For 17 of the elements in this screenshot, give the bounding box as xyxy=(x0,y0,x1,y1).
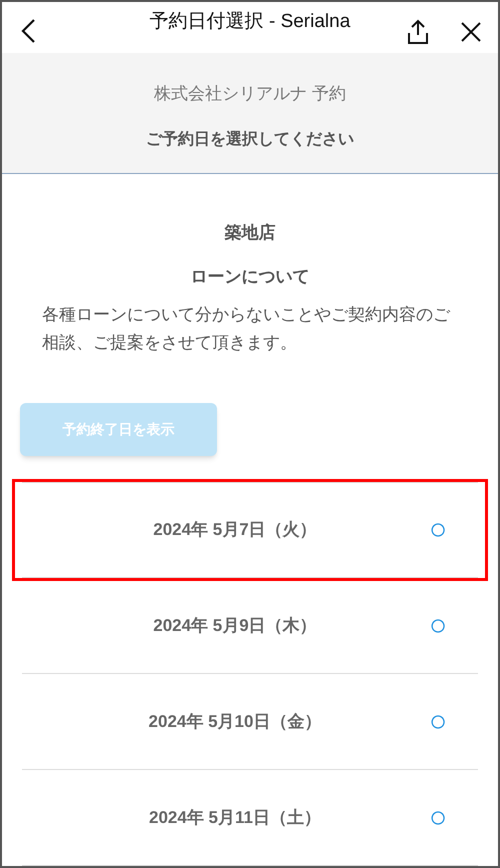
date-option[interactable]: 2024年 5月10日（金） ○ xyxy=(22,674,478,770)
store-name: 築地店 xyxy=(224,222,276,244)
topic-title: ローンについて xyxy=(190,266,310,288)
date-option[interactable]: 2024年 5月9日（木） ○ xyxy=(22,578,478,674)
availability-mark: ○ xyxy=(428,802,448,832)
availability-mark: ○ xyxy=(428,706,448,736)
availability-mark: ○ xyxy=(428,610,448,640)
back-icon[interactable] xyxy=(20,18,36,44)
description: 各種ローンについて分からないことやご契約内容のご相談、ご提案をさせて頂きます。 xyxy=(41,304,452,354)
instruction-text: ご予約日を選択してください xyxy=(146,130,354,150)
date-option[interactable]: 2024年 5月7日（火） ○ xyxy=(22,482,478,578)
availability-mark: ○ xyxy=(428,515,448,545)
date-option[interactable]: 2024年 5月11日（土） ○ xyxy=(22,770,478,866)
window-title: 予約日付選択 - Serialna xyxy=(150,10,350,34)
company-name: 株式会社シリアルナ 予約 xyxy=(154,82,346,105)
close-icon[interactable] xyxy=(461,22,481,42)
share-icon[interactable] xyxy=(407,19,429,45)
